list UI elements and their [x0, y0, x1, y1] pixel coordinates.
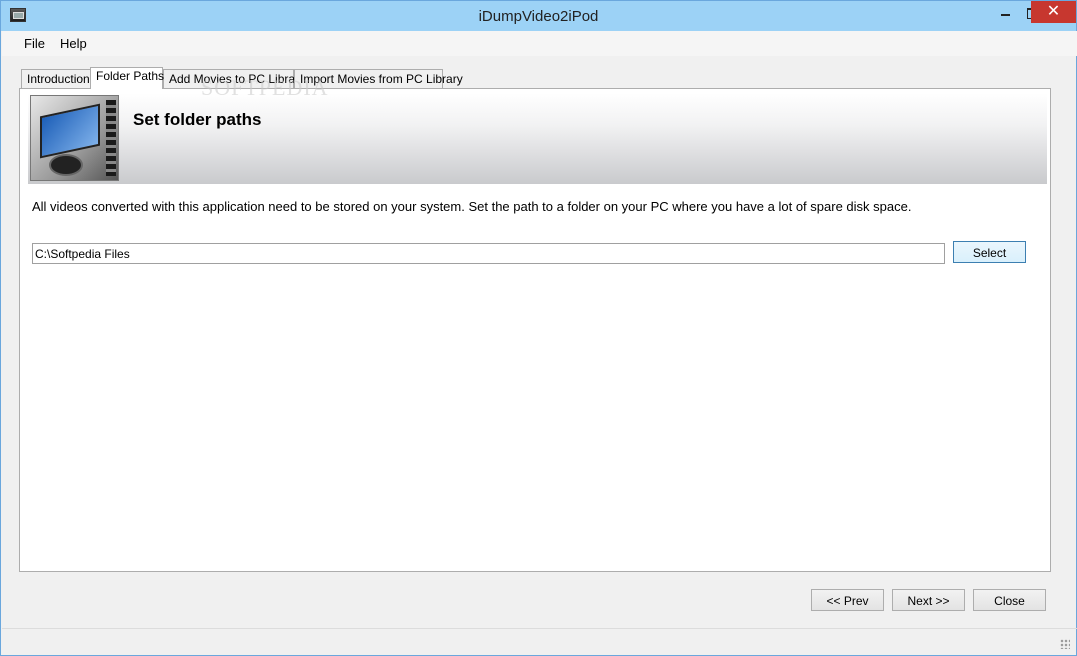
- folder-path-input[interactable]: [32, 243, 945, 264]
- close-button[interactable]: Close: [973, 589, 1046, 611]
- menu-file[interactable]: File: [24, 36, 45, 51]
- header-banner: Set folder paths: [28, 93, 1047, 184]
- app-window: iDumpVideo2iPod ✕ File Help Introduction…: [0, 0, 1077, 656]
- minimize-icon: [1000, 14, 1010, 17]
- watermark-logo: SOFTPEDIA: [201, 75, 329, 100]
- banner-title: Set folder paths: [133, 110, 262, 129]
- close-window-button[interactable]: ✕: [1031, 1, 1076, 23]
- menu-help[interactable]: Help: [60, 36, 87, 51]
- next-button[interactable]: Next >>: [892, 589, 965, 611]
- close-icon: ✕: [1046, 3, 1061, 20]
- resize-grip-icon[interactable]: [1060, 639, 1070, 649]
- title-bar[interactable]: iDumpVideo2iPod ✕: [1, 1, 1076, 31]
- tab-folder-paths[interactable]: Folder Paths: [90, 67, 164, 89]
- minimize-button[interactable]: [991, 1, 1019, 23]
- prev-button[interactable]: << Prev: [811, 589, 884, 611]
- status-divider: [2, 628, 1077, 629]
- window-title: iDumpVideo2iPod: [478, 8, 599, 25]
- instructions-text: All videos converted with this applicati…: [32, 199, 912, 214]
- folder-paths-panel: Set folder paths All videos converted wi…: [19, 88, 1051, 572]
- ipod-screen-shape: [40, 103, 100, 159]
- ipod-wheel-shape: [49, 154, 83, 176]
- tab-introduction[interactable]: Introduction: [21, 69, 91, 88]
- select-folder-button[interactable]: Select: [953, 241, 1026, 263]
- film-strip-shape: [106, 100, 116, 176]
- ipod-video-icon: [30, 95, 119, 181]
- menu-bar: File Help: [2, 31, 1077, 56]
